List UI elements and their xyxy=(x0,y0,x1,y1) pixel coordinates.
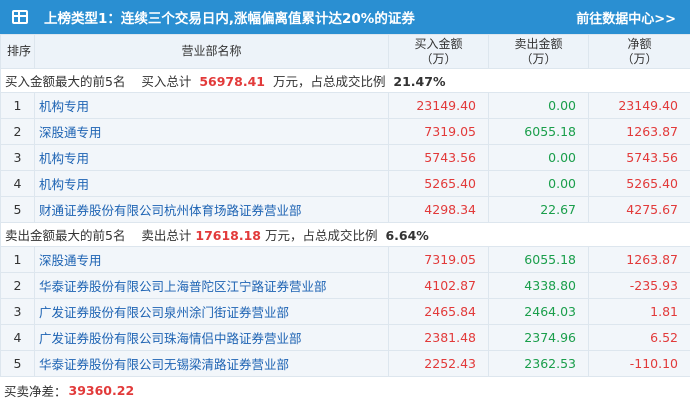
table-row: 1 深股通专用 7319.05 6055.18 1263.87 xyxy=(0,246,690,273)
net-amount-cell: 23149.40 xyxy=(588,92,690,119)
col-header-net: 净额 （万） xyxy=(588,34,690,69)
branch-name-link[interactable]: 财通证券股份有限公司杭州体育场路证券营业部 xyxy=(34,196,389,223)
net-difference-label: 买卖净差： xyxy=(4,383,67,399)
table-row: 5 财通证券股份有限公司杭州体育场路证券营业部 4298.34 22.67 4275.6… xyxy=(0,196,690,223)
table-row: 5 华泰证券股份有限公司无锡梁清路证券营业部 2252.43 2362.53 -110.… xyxy=(0,350,690,377)
table-header-row: 排序 营业部名称 买入金额 （万） 卖出金额 （万） 净额 （万） xyxy=(0,34,690,69)
table-row: 1 机构专用 23149.40 0.00 23149.40 xyxy=(0,92,690,119)
rank-cell: 2 xyxy=(0,272,35,299)
table-row: 2 深股通专用 7319.05 6055.18 1263.87 xyxy=(0,118,690,145)
net-difference-footer: 买卖净差： 39360.22 xyxy=(0,378,690,402)
net-amount-cell: 1.81 xyxy=(588,298,690,325)
buy-amount-cell: 4102.87 xyxy=(388,272,489,299)
branch-name-link[interactable]: 机构专用 xyxy=(34,92,389,119)
table-row: 2 华泰证券股份有限公司上海普陀区江宁路证券营业部 4102.87 4338.80 -2… xyxy=(0,272,690,299)
branch-name-link[interactable]: 深股通专用 xyxy=(34,246,389,273)
table-row: 3 机构专用 5743.56 0.00 5743.56 xyxy=(0,144,690,171)
sell-amount-cell: 0.00 xyxy=(488,92,589,119)
table-row: 4 机构专用 5265.40 0.00 5265.40 xyxy=(0,170,690,197)
sell-amount-cell: 0.00 xyxy=(488,144,589,171)
rank-cell: 1 xyxy=(0,246,35,273)
page-title: 上榜类型1：连续三个交易日内,涨幅偏离值累计达20%的证券 xyxy=(44,11,415,27)
sell-amount-cell: 2362.53 xyxy=(488,350,589,377)
rank-cell: 1 xyxy=(0,92,35,119)
net-amount-cell: 4275.67 xyxy=(588,196,690,223)
sell-total-prefix: 卖出总计 xyxy=(141,228,192,243)
sell-amount-cell: 2374.96 xyxy=(488,324,589,351)
sell-amount-cell: 6055.18 xyxy=(488,118,589,145)
rank-cell: 3 xyxy=(0,144,35,171)
sell-section-label: 卖出金额最大的前5名 xyxy=(5,228,126,243)
rank-cell: 2 xyxy=(0,118,35,145)
data-center-link[interactable]: 前往数据中心>> xyxy=(576,8,676,27)
buy-section-header: 买入金额最大的前5名 买入总计 56978.41 万元，占总成交比例 21.47… xyxy=(0,68,690,93)
buy-amount-cell: 4298.34 xyxy=(388,196,489,223)
rank-cell: 4 xyxy=(0,324,35,351)
buy-amount-cell: 7319.05 xyxy=(388,118,489,145)
buy-amount-cell: 23149.40 xyxy=(388,92,489,119)
net-amount-cell: 5743.56 xyxy=(588,144,690,171)
net-difference-value: 39360.22 xyxy=(68,382,135,398)
sell-total-suffix: 万元，占总成交比例 xyxy=(265,228,378,243)
title-bar: 上榜类型1：连续三个交易日内,涨幅偏离值累计达20%的证券 前往数据中心>> xyxy=(0,0,690,34)
buy-total-value: 56978.41 xyxy=(199,74,265,89)
branch-name-link[interactable]: 机构专用 xyxy=(34,170,389,197)
sell-amount-cell: 22.67 xyxy=(488,196,589,223)
table-row: 3 广发证券股份有限公司泉州涂门街证券营业部 2465.84 2464.03 1.81 xyxy=(0,298,690,325)
branch-name-link[interactable]: 华泰证券股份有限公司上海普陀区江宁路证券营业部 xyxy=(34,272,389,299)
buy-total-prefix: 买入总计 xyxy=(141,74,192,89)
net-amount-cell: -235.93 xyxy=(588,272,690,299)
branch-name-link[interactable]: 广发证券股份有限公司泉州涂门街证券营业部 xyxy=(34,298,389,325)
buy-section-label: 买入金额最大的前5名 xyxy=(5,74,126,89)
col-header-buy: 买入金额 （万） xyxy=(388,34,489,69)
table-grid-icon xyxy=(12,10,28,24)
rank-cell: 5 xyxy=(0,350,35,377)
sell-total-value: 17618.18 xyxy=(195,228,262,243)
sell-amount-cell: 0.00 xyxy=(488,170,589,197)
branch-name-link[interactable]: 广发证券股份有限公司珠海情侣中路证券营业部 xyxy=(34,324,389,351)
sell-amount-cell: 6055.18 xyxy=(488,246,589,273)
buy-amount-cell: 5265.40 xyxy=(388,170,489,197)
sell-amount-cell: 4338.80 xyxy=(488,272,589,299)
buy-amount-cell: 2252.43 xyxy=(388,350,489,377)
table-row: 4 广发证券股份有限公司珠海情侣中路证券营业部 2381.48 2374.96 6.52 xyxy=(0,324,690,351)
col-header-rank: 排序 xyxy=(0,34,35,69)
net-amount-cell: 5265.40 xyxy=(588,170,690,197)
net-amount-cell: -110.10 xyxy=(588,350,690,377)
net-amount-cell: 1263.87 xyxy=(588,118,690,145)
rank-cell: 5 xyxy=(0,196,35,223)
net-amount-cell: 1263.87 xyxy=(588,246,690,273)
sell-amount-cell: 2464.03 xyxy=(488,298,589,325)
rank-cell: 4 xyxy=(0,170,35,197)
buy-amount-cell: 2381.48 xyxy=(388,324,489,351)
col-header-name: 营业部名称 xyxy=(34,34,389,69)
buy-amount-cell: 2465.84 xyxy=(388,298,489,325)
buy-ratio: 21.47% xyxy=(393,74,446,89)
rank-cell: 3 xyxy=(0,298,35,325)
net-amount-cell: 6.52 xyxy=(588,324,690,351)
buy-amount-cell: 7319.05 xyxy=(388,246,489,273)
rankings-table: 排序 营业部名称 买入金额 （万） 卖出金额 （万） 净额 （万） 买入金额最大的前5… xyxy=(0,34,690,377)
col-header-sell: 卖出金额 （万） xyxy=(488,34,589,69)
branch-name-link[interactable]: 机构专用 xyxy=(34,144,389,171)
sell-ratio: 6.64% xyxy=(385,228,429,243)
branch-name-link[interactable]: 华泰证券股份有限公司无锡梁清路证券营业部 xyxy=(34,350,389,377)
buy-amount-cell: 5743.56 xyxy=(388,144,489,171)
branch-name-link[interactable]: 深股通专用 xyxy=(34,118,389,145)
sell-section-header: 卖出金额最大的前5名 卖出总计 17618.18 万元，占总成交比例 6.64% xyxy=(0,222,690,247)
buy-total-suffix: 万元，占总成交比例 xyxy=(272,74,386,89)
